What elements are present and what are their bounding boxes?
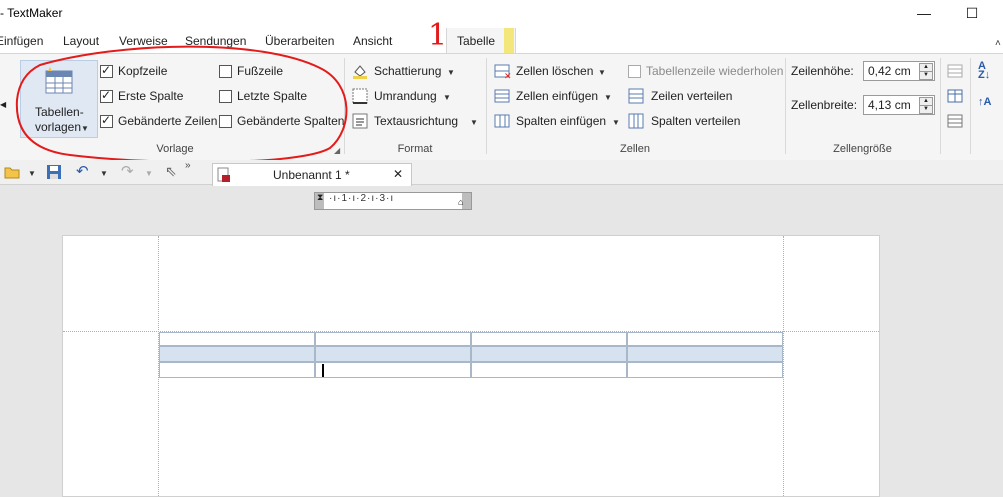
spin-down-icon[interactable]: ▼ xyxy=(919,105,933,114)
zeilenhoehe-input[interactable]: 0,42 cm ▲ ▼ xyxy=(863,61,935,81)
right-indent-marker-icon[interactable]: ⌂ xyxy=(458,197,463,207)
zeilenhoehe-value: 0,42 cm xyxy=(868,64,911,78)
table-row xyxy=(159,346,783,362)
document-tab[interactable]: Unbenannt 1 * ✕ xyxy=(212,163,412,186)
ruler[interactable]: ·ı·1·ı·2·ı·3·ı ⧗ ⌂ xyxy=(314,192,472,210)
close-icon[interactable]: ✕ xyxy=(393,167,403,181)
chevron-down-icon[interactable]: ▼ xyxy=(612,118,620,127)
chevron-down-icon[interactable]: ▼ xyxy=(470,118,478,127)
redo-icon[interactable]: ↷ xyxy=(121,162,134,180)
spin-down-icon[interactable]: ▼ xyxy=(919,71,933,80)
minimize-button[interactable]: — xyxy=(904,2,944,24)
pointer-icon[interactable]: ⇖ xyxy=(165,163,177,180)
table-cell[interactable] xyxy=(471,332,627,346)
title-bar xyxy=(0,0,1003,28)
window-title: - TextMaker xyxy=(0,6,63,20)
annotation-circle xyxy=(15,45,348,164)
chevron-down-icon[interactable]: ▼ xyxy=(447,68,455,77)
chevron-down-icon[interactable]: ▼ xyxy=(28,169,36,178)
tab-tabelle[interactable]: Tabelle xyxy=(457,34,495,48)
zellenbreite-value: 4,13 cm xyxy=(868,98,911,112)
group-label-zellen: Zellen xyxy=(620,143,650,155)
table-cell[interactable] xyxy=(627,346,783,362)
table-cell[interactable] xyxy=(159,362,315,378)
group-separator xyxy=(970,58,971,154)
save-icon[interactable] xyxy=(46,164,62,180)
margin-guide-right xyxy=(783,236,784,496)
group-label-zellengroesse: Zellengröße xyxy=(833,143,892,155)
table-row xyxy=(159,332,783,346)
table-cell[interactable] xyxy=(159,332,315,346)
ruler-label-1: 1 xyxy=(341,193,349,204)
zellenbreite-input[interactable]: 4,13 cm ▲ ▼ xyxy=(863,95,935,115)
chevron-down-icon[interactable]: ▼ xyxy=(100,169,108,178)
umrandung-button[interactable]: Umrandung xyxy=(374,89,437,103)
table-cell[interactable] xyxy=(159,346,315,362)
chevron-down-icon[interactable]: ▼ xyxy=(604,93,612,102)
checkbox-tabellenzeile-wiederholen[interactable] xyxy=(628,65,641,78)
group-separator xyxy=(940,58,941,154)
text-direction-icon[interactable]: ↑A xyxy=(978,96,991,108)
table-cell[interactable] xyxy=(315,332,471,346)
document-page[interactable] xyxy=(62,235,880,497)
folder-open-icon[interactable] xyxy=(4,165,20,179)
textmaker-doc-icon xyxy=(217,167,230,182)
distribute-columns-icon xyxy=(628,113,644,129)
table-properties-icon[interactable] xyxy=(947,64,963,78)
indent-marker-icon[interactable]: ⧗ xyxy=(317,192,323,203)
insert-cells-icon xyxy=(494,89,510,103)
table-cell[interactable] xyxy=(627,332,783,346)
document-table[interactable] xyxy=(159,332,783,378)
group-label-format: Format xyxy=(397,143,433,155)
schattierung-button[interactable]: Schattierung xyxy=(374,64,441,78)
spalten-verteilen-button[interactable]: Spalten verteilen xyxy=(651,114,740,128)
table-cell[interactable] xyxy=(627,362,783,378)
table-cell[interactable] xyxy=(471,346,627,362)
table-cell[interactable] xyxy=(471,362,627,378)
table-grid-icon[interactable] xyxy=(947,89,963,103)
insert-columns-icon xyxy=(494,114,510,128)
chevron-down-icon[interactable]: ▼ xyxy=(145,169,153,178)
text-cursor xyxy=(322,364,324,377)
chevron-down-icon[interactable]: ▼ xyxy=(598,68,606,77)
chevron-down-icon[interactable]: ▼ xyxy=(443,93,451,102)
svg-text:✕: ✕ xyxy=(504,72,512,79)
annotation-number: 1 xyxy=(428,18,448,53)
document-tab-title: Unbenannt 1 * xyxy=(273,168,350,182)
zellen-einfuegen-button[interactable]: Zellen einfügen xyxy=(516,89,598,103)
zeilenhoehe-label: Zeilenhöhe: xyxy=(791,64,854,78)
zellen-loeschen-button[interactable]: Zellen löschen xyxy=(516,64,593,78)
overflow-icon[interactable]: » xyxy=(185,160,191,171)
distribute-rows-icon xyxy=(628,88,644,104)
undo-icon[interactable]: ↶ xyxy=(76,162,89,180)
group-separator xyxy=(785,58,786,154)
collapse-ribbon-icon[interactable]: ˄ xyxy=(995,38,1001,49)
tabellenzeile-wiederholen-label: Tabellenzeile wiederholen xyxy=(646,64,784,78)
zeilen-verteilen-button[interactable]: Zeilen verteilen xyxy=(651,89,732,103)
sort-az-icon[interactable]: A Z↓ xyxy=(978,61,990,81)
table-cell[interactable] xyxy=(315,362,471,378)
table-cell[interactable] xyxy=(315,346,471,362)
ruler-label-3: 3 xyxy=(379,193,387,204)
table-row xyxy=(159,362,783,378)
table-lines-icon[interactable] xyxy=(947,114,963,128)
delete-cells-icon: ✕ xyxy=(494,64,512,79)
textausrichtung-button[interactable]: Textausrichtung xyxy=(374,114,458,128)
tab-highlight xyxy=(504,28,514,54)
zellenbreite-label: Zellenbreite: xyxy=(791,98,858,112)
maximize-button[interactable]: ☐ xyxy=(952,2,992,24)
ruler-ticks: ·ı·1·ı·2·ı·3·ı xyxy=(329,193,395,204)
spalten-einfuegen-button[interactable]: Spalten einfügen xyxy=(516,114,606,128)
ruler-label-2: 2 xyxy=(360,193,368,204)
group-separator xyxy=(486,58,487,154)
